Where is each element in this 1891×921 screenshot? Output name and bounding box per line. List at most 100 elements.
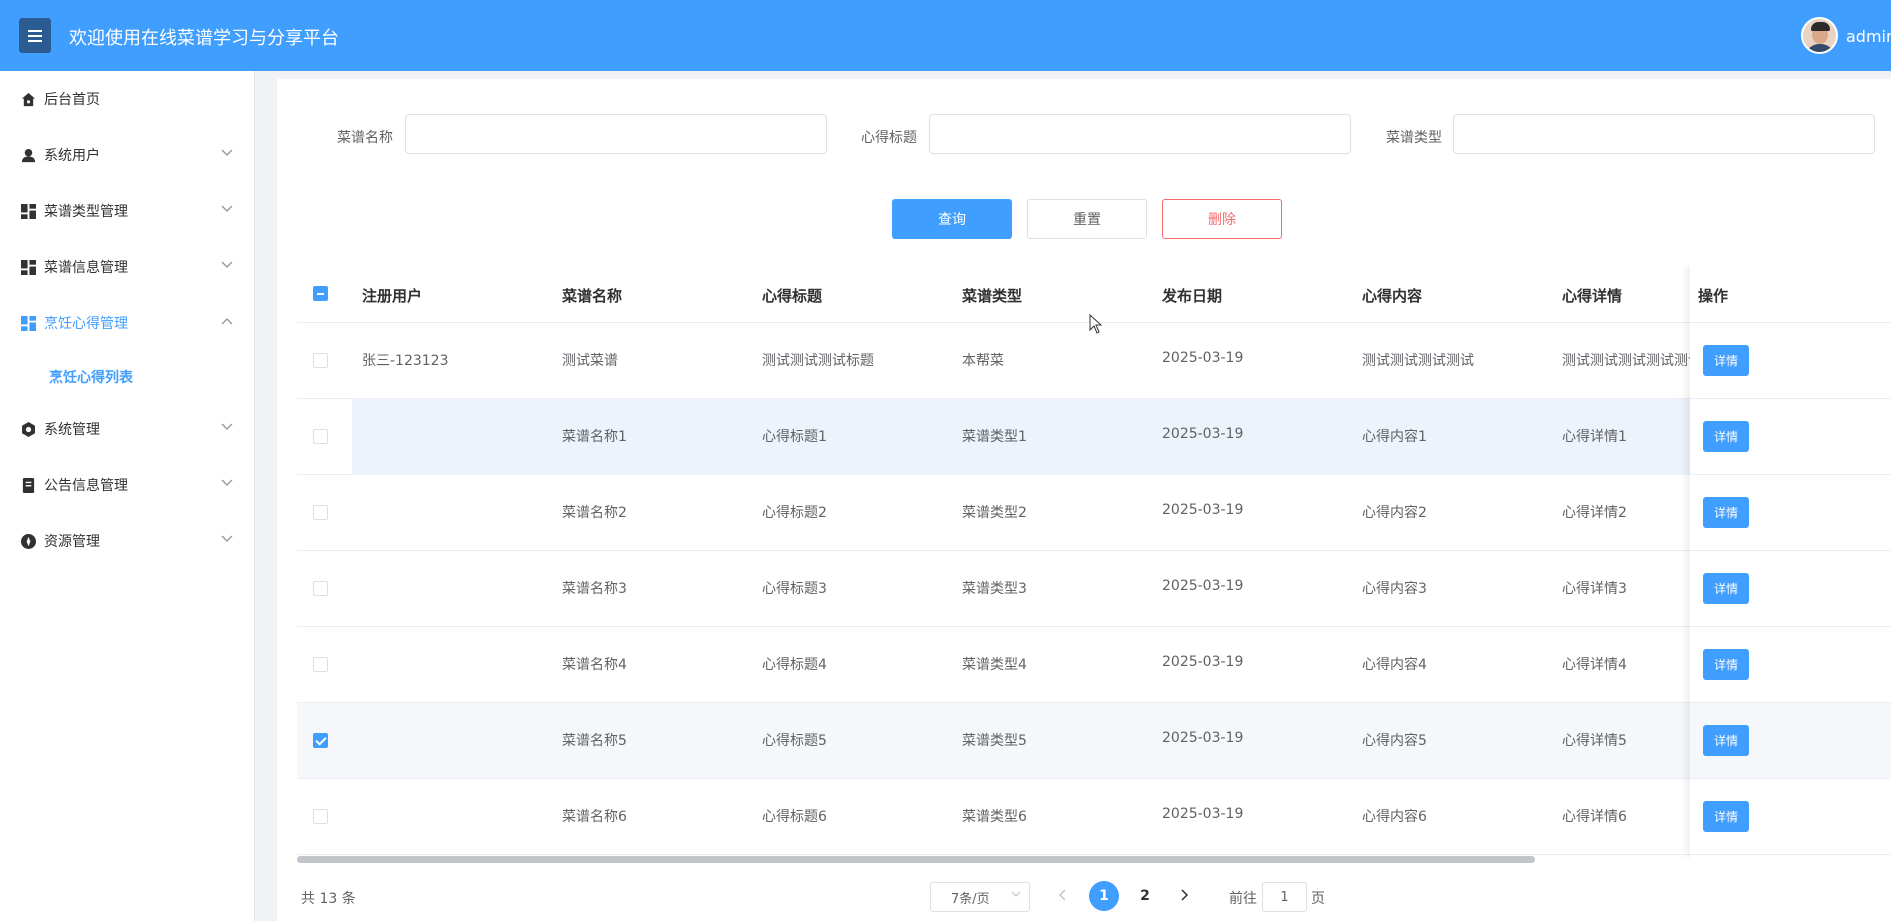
goto-prefix: 前往 — [1229, 891, 1257, 907]
sidebar-subitem-experience-list[interactable]: 烹饪心得列表 — [0, 353, 255, 401]
recipe-name-label: 菜谱名称 — [337, 130, 393, 146]
cell-type: 菜谱类型2 — [962, 505, 1027, 521]
cell-detail: 心得详情5 — [1562, 733, 1627, 749]
cell-date: 2025-03-19 — [1162, 806, 1244, 822]
cell-type: 菜谱类型5 — [962, 733, 1027, 749]
page-button-2[interactable]: 2 — [1130, 881, 1160, 911]
user-icon — [20, 147, 36, 163]
column-header-title[interactable]: 心得标题 — [762, 285, 822, 306]
sidebar-item-label: 资源管理 — [44, 534, 100, 550]
table-row[interactable]: 菜谱名称1 心得标题1 菜谱类型1 2025-03-19 心得内容1 心得详情1 — [297, 399, 1891, 475]
table-row[interactable]: 菜谱名称3 心得标题3 菜谱类型3 2025-03-19 心得内容3 心得详情3 — [297, 551, 1891, 627]
chevron-down-icon — [221, 203, 233, 215]
sidebar-item-resources[interactable]: 资源管理 — [0, 513, 255, 569]
detail-button[interactable]: 详情 — [1703, 725, 1749, 756]
cell-detail: 心得详情2 — [1562, 505, 1627, 521]
grid-icon — [20, 315, 36, 331]
cell-type: 本帮菜 — [962, 353, 1004, 369]
row-checkbox[interactable] — [313, 429, 328, 444]
cell-detail: 心得详情1 — [1562, 429, 1627, 445]
sidebar-item-label: 菜谱类型管理 — [44, 204, 128, 220]
column-header-recipe-name[interactable]: 菜谱名称 — [562, 285, 622, 306]
sidebar-item-system-users[interactable]: 系统用户 — [0, 127, 255, 183]
table-row[interactable]: 菜谱名称6 心得标题6 菜谱类型6 2025-03-19 心得内容6 心得详情6 — [297, 779, 1891, 855]
pagination-total: 共 13 条 — [301, 891, 356, 907]
chevron-up-icon — [221, 315, 233, 327]
cell-recipe-name: 菜谱名称5 — [562, 733, 627, 749]
recipe-type-input[interactable] — [1453, 114, 1875, 154]
sidebar-item-announcements[interactable]: 公告信息管理 — [0, 457, 255, 513]
column-header-date[interactable]: 发布日期 — [1162, 285, 1222, 306]
row-checkbox[interactable] — [313, 657, 328, 672]
cell-selection-highlight — [352, 399, 1714, 475]
recipe-name-input[interactable] — [405, 114, 827, 154]
column-header-user[interactable]: 注册用户 — [362, 285, 422, 306]
sidebar-item-cooking-experience[interactable]: 烹饪心得管理 — [0, 295, 255, 351]
table-row[interactable]: 菜谱名称5 心得标题5 菜谱类型5 2025-03-19 心得内容5 心得详情5 — [297, 703, 1891, 779]
sidebar-item-recipe-info[interactable]: 菜谱信息管理 — [0, 239, 255, 295]
cell-title: 心得标题4 — [762, 657, 827, 673]
table-row[interactable]: 张三-123123 测试菜谱 测试测试测试标题 本帮菜 2025-03-19 测… — [297, 323, 1891, 399]
cell-user: 张三-123123 — [362, 353, 449, 369]
column-header-detail[interactable]: 心得详情 — [1562, 285, 1622, 306]
cell-detail: 心得详情3 — [1562, 581, 1627, 597]
sidebar-item-label: 后台首页 — [44, 92, 100, 108]
column-header-content[interactable]: 心得内容 — [1362, 285, 1422, 306]
experience-title-input[interactable] — [929, 114, 1351, 154]
cell-content: 心得内容4 — [1362, 657, 1427, 673]
prev-page-icon[interactable] — [1058, 886, 1067, 905]
row-checkbox[interactable] — [313, 505, 328, 520]
cell-date: 2025-03-19 — [1162, 730, 1244, 746]
cell-title: 心得标题3 — [762, 581, 827, 597]
table-row[interactable]: 菜谱名称4 心得标题4 菜谱类型4 2025-03-19 心得内容4 心得详情4 — [297, 627, 1891, 703]
select-all-checkbox[interactable] — [313, 286, 328, 301]
next-page-icon[interactable] — [1181, 886, 1189, 905]
table-row[interactable]: 菜谱名称2 心得标题2 菜谱类型2 2025-03-19 心得内容2 心得详情2 — [297, 475, 1891, 551]
query-button[interactable]: 查询 — [892, 199, 1012, 239]
row-checkbox[interactable] — [313, 581, 328, 596]
chevron-down-icon — [1011, 890, 1021, 901]
detail-button[interactable]: 详情 — [1703, 573, 1749, 604]
experience-title-label: 心得标题 — [861, 130, 917, 146]
horizontal-scrollbar[interactable] — [297, 856, 1535, 863]
detail-button[interactable]: 详情 — [1703, 497, 1749, 528]
page-button-1[interactable]: 1 — [1089, 881, 1119, 911]
delete-button[interactable]: 删除 — [1162, 199, 1282, 239]
sidebar-item-home[interactable]: 后台首页 — [0, 71, 255, 127]
detail-button[interactable]: 详情 — [1703, 345, 1749, 376]
cell-recipe-name: 菜谱名称4 — [562, 657, 627, 673]
chevron-down-icon — [221, 533, 233, 545]
cell-date: 2025-03-19 — [1162, 502, 1244, 518]
cell-type: 菜谱类型6 — [962, 809, 1027, 825]
cell-title: 心得标题6 — [762, 809, 827, 825]
detail-button[interactable]: 详情 — [1703, 801, 1749, 832]
row-checkbox[interactable] — [313, 809, 328, 824]
user-name[interactable]: admin — [1846, 27, 1891, 46]
cell-recipe-name: 菜谱名称3 — [562, 581, 627, 597]
cell-date: 2025-03-19 — [1162, 578, 1244, 594]
sidebar-item-system-management[interactable]: 系统管理 — [0, 401, 255, 457]
sidebar-item-label: 系统用户 — [44, 148, 100, 164]
chevron-down-icon — [221, 421, 233, 433]
cell-title: 心得标题1 — [762, 429, 827, 445]
home-icon — [20, 91, 36, 107]
detail-button[interactable]: 详情 — [1703, 421, 1749, 452]
sidebar-item-label: 公告信息管理 — [44, 478, 128, 494]
avatar[interactable] — [1801, 17, 1838, 54]
row-checkbox[interactable] — [313, 733, 328, 748]
cell-type: 菜谱类型4 — [962, 657, 1027, 673]
sidebar-item-recipe-types[interactable]: 菜谱类型管理 — [0, 183, 255, 239]
cell-detail: 心得详情4 — [1562, 657, 1627, 673]
row-checkbox[interactable] — [313, 353, 328, 368]
cell-content: 心得内容1 — [1362, 429, 1427, 445]
cell-type: 菜谱类型3 — [962, 581, 1027, 597]
page-size-select[interactable]: 7条/页 — [930, 882, 1030, 912]
hamburger-icon[interactable] — [19, 18, 51, 53]
detail-button[interactable]: 详情 — [1703, 649, 1749, 680]
column-header-type[interactable]: 菜谱类型 — [962, 285, 1022, 306]
cell-date: 2025-03-19 — [1162, 350, 1244, 366]
sidebar: 后台首页 系统用户 菜谱类型管理 菜谱信息管理 烹饪心得管理 烹饪心得列表 系统… — [0, 71, 255, 921]
reset-button[interactable]: 重置 — [1027, 199, 1147, 239]
sidebar-subitem-label: 烹饪心得列表 — [49, 370, 133, 386]
goto-page-input[interactable]: 1 — [1262, 882, 1307, 912]
